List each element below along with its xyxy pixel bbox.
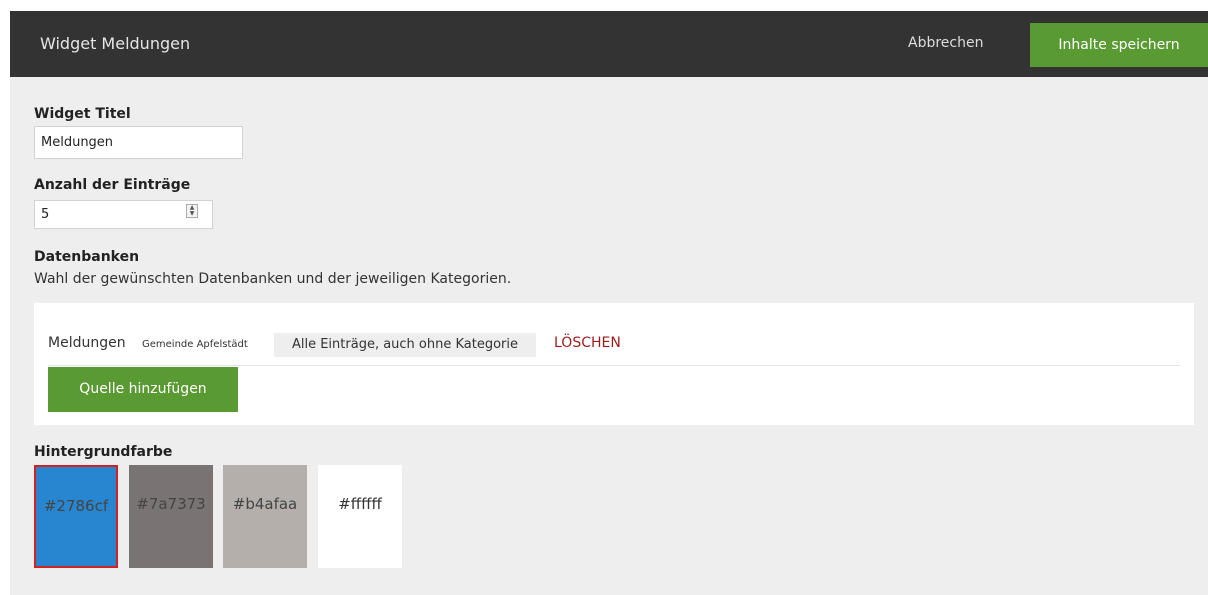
color-swatch-dark-gray[interactable]: #7a7373 — [129, 465, 213, 568]
color-swatch-light-gray[interactable]: #b4afaa — [223, 465, 307, 568]
background-color-label: Hintergrundfarbe — [34, 444, 173, 460]
source-name: Meldungen — [48, 335, 126, 351]
stepper-down-icon[interactable]: ▼ — [187, 211, 197, 217]
divider — [48, 365, 1180, 366]
cancel-button[interactable]: Abbrechen — [908, 35, 983, 51]
category-select[interactable]: Alle Einträge, auch ohne Kategorie — [274, 333, 536, 357]
sources-panel: Meldungen Gemeinde Apfelstädt Alle Eintr… — [34, 303, 1194, 425]
entry-count-stepper[interactable]: ▲ ▼ — [186, 204, 198, 218]
entry-count-label: Anzahl der Einträge — [34, 177, 191, 193]
source-subtitle: Gemeinde Apfelstädt — [142, 339, 248, 350]
delete-source-button[interactable]: LÖSCHEN — [554, 335, 621, 351]
databases-label: Datenbanken — [34, 249, 140, 265]
color-swatch-white[interactable]: #ffffff — [318, 465, 402, 568]
widget-title-heading: Widget Meldungen — [40, 34, 191, 53]
header-bar: Widget Meldungen Abbrechen Inhalte speic… — [10, 11, 1208, 77]
save-contents-button[interactable]: Inhalte speichern — [1030, 23, 1208, 67]
color-swatch-blue[interactable]: #2786cf — [34, 465, 118, 568]
widget-editor-frame: Widget Meldungen Abbrechen Inhalte speic… — [10, 11, 1208, 595]
add-source-button[interactable]: Quelle hinzufügen — [48, 367, 238, 412]
widget-title-label: Widget Titel — [34, 106, 131, 122]
databases-description: Wahl der gewünschten Datenbanken und der… — [34, 271, 512, 287]
widget-title-input[interactable] — [34, 126, 243, 159]
